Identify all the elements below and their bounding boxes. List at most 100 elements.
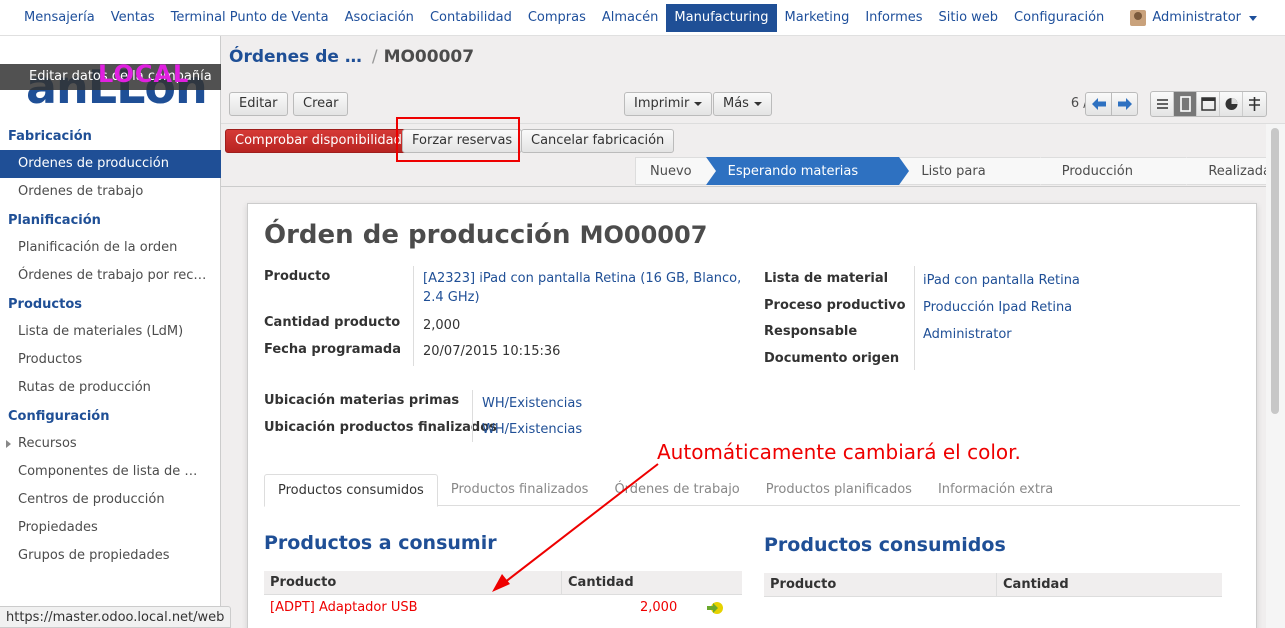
sidebar-item-propiedades[interactable]: Propiedades: [0, 514, 221, 542]
user-name: Administrator: [1152, 10, 1241, 25]
quantity-value: 2,000: [423, 318, 461, 333]
sidebar-item-lista-materiales[interactable]: Lista de materiales (LdM): [0, 318, 221, 346]
create-button[interactable]: Crear: [293, 92, 349, 116]
user-menu[interactable]: Administrator: [1130, 4, 1257, 32]
menu-sitio-web[interactable]: Sitio web: [931, 4, 1007, 32]
annotation-text: Automáticamente cambiará el color.: [657, 440, 1021, 464]
column-divider: [996, 573, 997, 597]
check-availability-button[interactable]: Comprobar disponibilidad: [225, 129, 412, 153]
col-product[interactable]: Producto: [270, 571, 336, 595]
sidebar-item-ordenes-produccion[interactable]: Ordenes de producción: [0, 150, 221, 178]
scrollbar[interactable]: [1266, 124, 1285, 628]
bom-value[interactable]: iPad con pantalla Retina: [923, 271, 1080, 290]
sidebar-item-componentes-lista[interactable]: Componentes de lista de …: [0, 458, 221, 486]
sidebar-item-grupos-propiedades[interactable]: Grupos de propiedades: [0, 542, 221, 570]
edit-button[interactable]: Editar: [229, 92, 288, 116]
sidebar-section-fabricacion: Fabricación: [8, 129, 92, 144]
tab-productos-planificados[interactable]: Productos planificados: [753, 474, 925, 506]
cancel-production-button[interactable]: Cancelar fabricación: [521, 129, 675, 153]
consumed-title: Productos consumidos: [764, 534, 1006, 556]
menu-informes[interactable]: Informes: [857, 4, 930, 32]
tab-productos-consumidos[interactable]: Productos consumidos: [264, 474, 438, 507]
sidebar-section-configuracion: Configuración: [8, 409, 110, 424]
stage-esperando[interactable]: Esperando materias primas: [705, 157, 910, 207]
status-bar: Nuevo Esperando materias primas Listo pa…: [635, 157, 1285, 207]
notebook-tabs: Productos consumidos Productos finalizad…: [264, 474, 1240, 507]
finished-location-label: Ubicación productos finalizados: [264, 420, 497, 435]
sidebar-section-planificacion: Planificación: [8, 213, 101, 228]
source-document-label: Documento origen: [764, 351, 900, 366]
tab-informacion-extra[interactable]: Información extra: [925, 474, 1066, 506]
routing-value[interactable]: Producción Ipad Retina: [923, 298, 1072, 317]
sidebar-item-centros-produccion[interactable]: Centros de producción: [0, 486, 221, 514]
calendar-view-icon[interactable]: [1197, 92, 1220, 116]
sidebar-item-recursos[interactable]: Recursos: [0, 430, 221, 458]
print-label: Imprimir: [634, 96, 690, 111]
top-menu-bar: Mensajería Ventas Terminal Punto de Vent…: [0, 0, 1285, 36]
menu-configuracion[interactable]: Configuración: [1006, 4, 1112, 32]
previous-record-button[interactable]: [1085, 92, 1112, 116]
finished-location-value[interactable]: WH/Existencias: [482, 420, 582, 439]
field-divider: [472, 390, 473, 442]
field-divider: [914, 266, 915, 370]
raw-location-value[interactable]: WH/Existencias: [482, 394, 582, 413]
stage-listo[interactable]: Listo para fabricar: [899, 157, 1051, 207]
menu-tpv[interactable]: Terminal Punto de Venta: [163, 4, 337, 32]
to-consume-title: Productos a consumir: [264, 532, 497, 554]
stage-nuevo[interactable]: Nuevo: [635, 157, 716, 185]
consume-row-product[interactable]: [ADPT] Adaptador USB: [270, 600, 418, 615]
breadcrumb: Órdenes de … / MO00007: [229, 47, 474, 67]
sidebar-menu: Fabricación Ordenes de producción Ordene…: [0, 122, 221, 570]
graph-view-icon[interactable]: [1220, 92, 1243, 116]
consume-product-icon[interactable]: [706, 601, 724, 615]
sidebar-item-planificacion-orden[interactable]: Planificación de la orden: [0, 234, 221, 262]
sidebar-item-ordenes-trabajo-recurso[interactable]: Órdenes de trabajo por rec…: [0, 262, 221, 290]
gantt-view-icon[interactable]: [1243, 92, 1266, 116]
sidebar-item-productos[interactable]: Productos: [0, 346, 221, 374]
scheduled-date-value: 20/07/2015 10:15:36: [423, 344, 561, 359]
form-view-icon[interactable]: [1174, 92, 1197, 116]
annotation-arrow: [492, 463, 659, 592]
menu-contabilidad[interactable]: Contabilidad: [422, 4, 520, 32]
order-number: MO00007: [579, 221, 708, 249]
responsible-value[interactable]: Administrator: [923, 325, 1012, 344]
list-view-icon[interactable]: [1151, 92, 1174, 116]
product-value[interactable]: [A2323] iPad con pantalla Retina (16 GB,…: [423, 269, 748, 307]
view-switcher: [1150, 91, 1267, 117]
sidebar-item-label: Recursos: [18, 436, 77, 451]
menu-mensajeria[interactable]: Mensajería: [16, 4, 103, 32]
title-label: Órden de producción: [264, 220, 571, 250]
menu-compras[interactable]: Compras: [520, 4, 594, 32]
sidebar-item-rutas-produccion[interactable]: Rutas de producción: [0, 374, 221, 402]
form-area: Órden de producción MO00007 Producto [A2…: [221, 186, 1267, 628]
product-label: Producto: [264, 269, 331, 284]
more-label: Más: [723, 96, 749, 111]
highlight-box: [396, 117, 520, 162]
more-dropdown[interactable]: Más: [713, 92, 772, 116]
next-record-button[interactable]: [1111, 92, 1138, 116]
quantity-label: Cantidad producto: [264, 315, 401, 330]
field-divider: [413, 266, 414, 366]
col-quantity[interactable]: Cantidad: [1003, 573, 1069, 597]
stage-produccion-iniciada[interactable]: Producción iniciada: [1039, 157, 1196, 207]
consumed-table-header: Producto Cantidad: [764, 573, 1222, 597]
menu-ventas[interactable]: Ventas: [103, 4, 163, 32]
breadcrumb-current: MO00007: [383, 47, 475, 67]
print-dropdown[interactable]: Imprimir: [624, 92, 713, 116]
menu-almacen[interactable]: Almacén: [594, 4, 667, 32]
form-sheet: Órden de producción MO00007 Producto [A2…: [247, 203, 1257, 628]
col-product[interactable]: Producto: [770, 573, 836, 597]
sidebar-item-ordenes-trabajo[interactable]: Ordenes de trabajo: [0, 178, 221, 206]
menu-asociacion[interactable]: Asociación: [337, 4, 422, 32]
scrollbar-thumb[interactable]: [1271, 128, 1279, 414]
company-logo[interactable]: anLLon Editar datos de la compañía LOCAL: [0, 50, 221, 120]
caret-down-icon: [694, 101, 703, 106]
link-preview-url: https://master.odoo.local.net/web: [0, 606, 232, 628]
bom-label: Lista de material: [764, 271, 889, 286]
arrow-left-icon: [1092, 98, 1106, 110]
sidebar: anLLon Editar datos de la compañía LOCAL…: [0, 36, 221, 628]
caret-down-icon: [753, 101, 762, 106]
menu-manufacturing[interactable]: Manufacturing: [666, 4, 777, 32]
breadcrumb-parent[interactable]: Órdenes de …: [229, 47, 362, 67]
menu-marketing[interactable]: Marketing: [777, 4, 858, 32]
